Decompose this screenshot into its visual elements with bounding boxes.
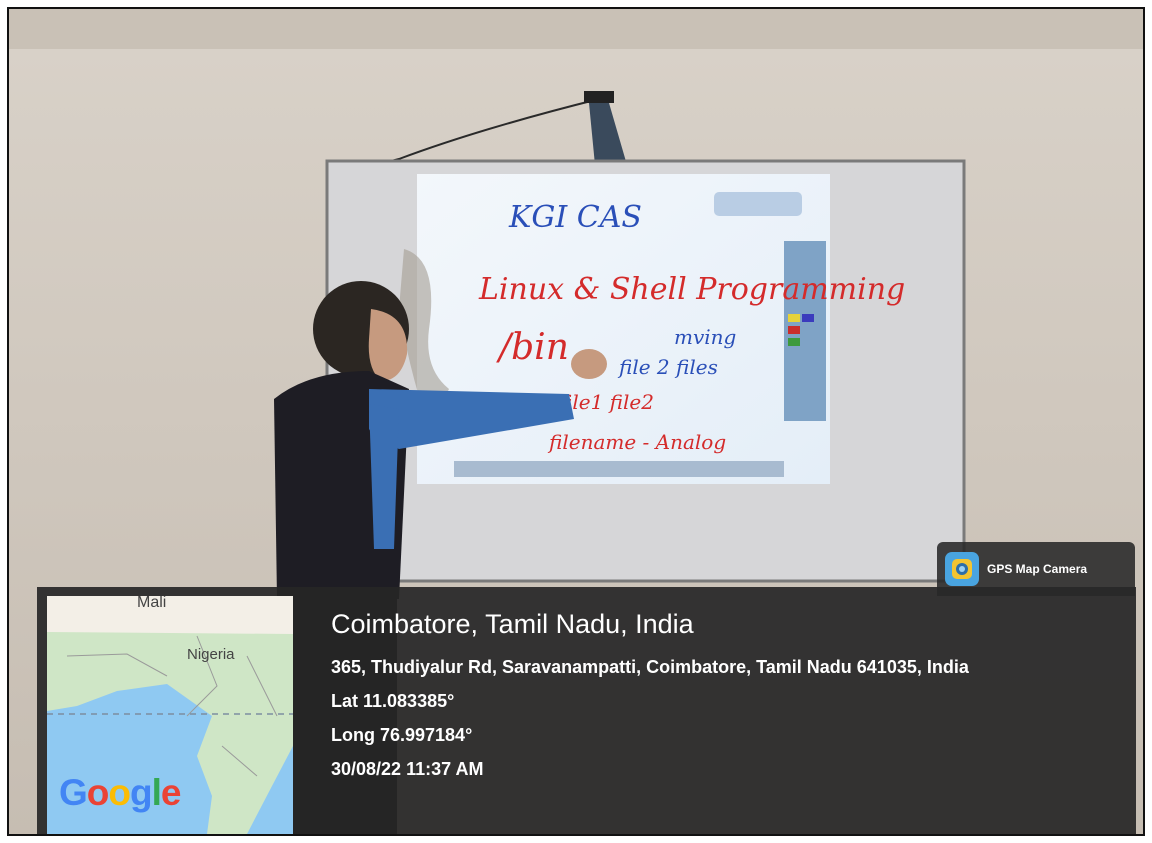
color-swatch-red bbox=[788, 326, 800, 334]
color-swatch-blue bbox=[802, 314, 814, 322]
board-bin: /bin bbox=[496, 327, 569, 368]
map-label-nigeria: Nigeria bbox=[187, 646, 235, 663]
projector-mount bbox=[584, 91, 614, 103]
person-hand bbox=[571, 349, 607, 379]
screen-bottom-toolbar bbox=[454, 461, 784, 477]
location-info: Coimbatore, Tamil Nadu, India 365, Thudi… bbox=[331, 609, 1121, 786]
location-lat: Lat 11.083385° bbox=[331, 691, 455, 711]
location-address: 365, Thudiyalur Rd, Saravanampatti, Coim… bbox=[331, 657, 969, 677]
location-datetime: 30/08/22 11:37 AM bbox=[331, 759, 484, 779]
board-word-4: filename - Analog bbox=[547, 430, 726, 454]
color-swatch-green bbox=[788, 338, 800, 346]
camera-app-icon bbox=[945, 552, 979, 586]
mini-map: Mali Nigeria Google bbox=[47, 596, 293, 834]
board-word-2: file 2 files bbox=[617, 355, 718, 379]
board-title: KGI CAS bbox=[508, 200, 642, 235]
person-shirt bbox=[369, 404, 399, 549]
board-heading: Linux & Shell Programming bbox=[478, 272, 905, 307]
board-word-1: mving bbox=[674, 325, 736, 349]
google-logo: Google bbox=[59, 772, 181, 813]
screen-widget bbox=[714, 192, 802, 216]
app-badge: GPS Map Camera bbox=[937, 542, 1135, 596]
location-long: Long 76.997184° bbox=[331, 725, 473, 745]
photo-frame: KGI CAS Linux & Shell Programming /bin m… bbox=[7, 7, 1145, 836]
map-label-mali: Mali bbox=[135, 596, 169, 612]
app-badge-label: GPS Map Camera bbox=[987, 562, 1088, 576]
color-swatch-yellow bbox=[788, 314, 800, 322]
ceiling-edge bbox=[9, 9, 1143, 49]
map-sahara bbox=[47, 596, 293, 634]
location-city: Coimbatore, Tamil Nadu, India bbox=[331, 609, 694, 639]
